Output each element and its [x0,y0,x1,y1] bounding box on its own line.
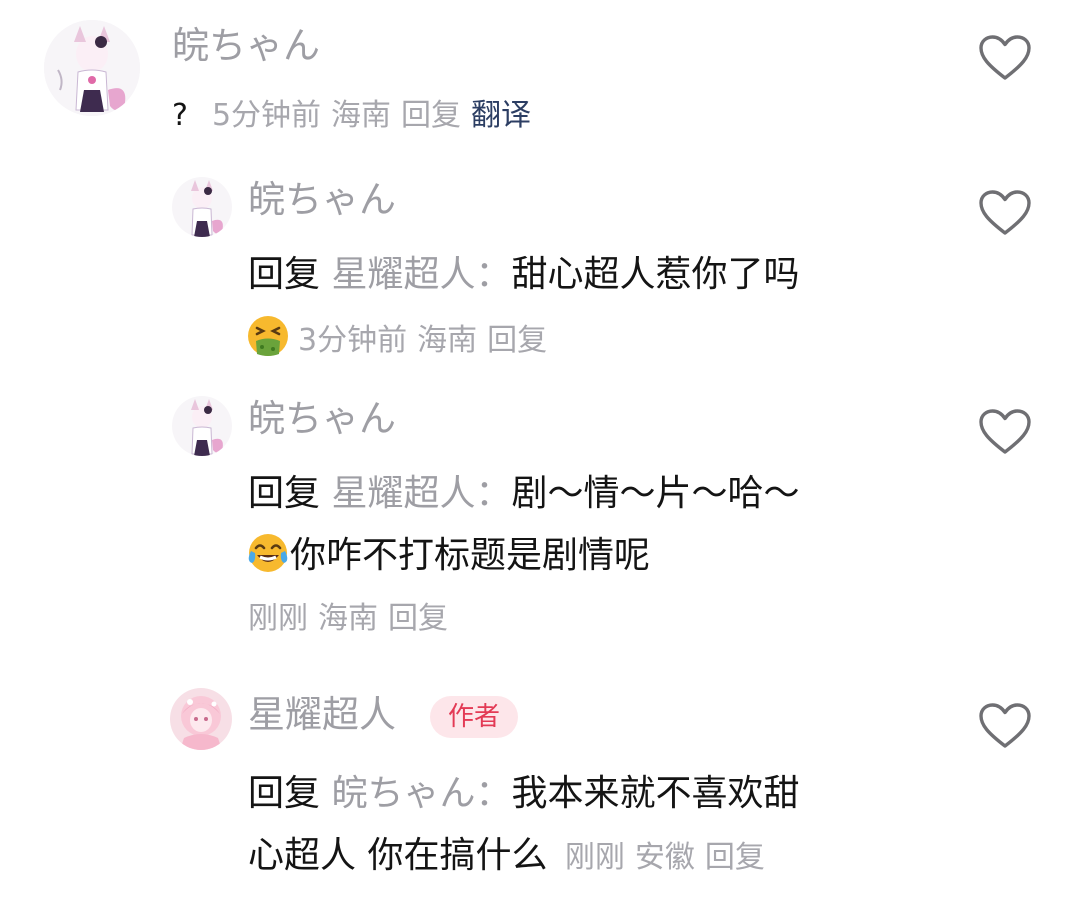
author-badge: 作者 [430,696,519,738]
like-heart-icon[interactable] [978,408,1032,456]
reply-target[interactable]: 星耀超人： [331,254,511,295]
reply-time: 刚刚 [564,840,625,875]
reply-username[interactable]: 星耀超人 [248,696,396,733]
comment-content: ? [172,98,188,133]
reply-username[interactable]: 皖ちゃん [248,181,396,218]
reply-button[interactable]: 回复 [388,601,448,636]
reply-location: 海南 [417,323,478,358]
avatar[interactable] [170,688,232,750]
reply-time: 刚刚 [248,601,308,636]
reply-prefix: 回复 [248,773,321,814]
reply-text: 回复 星耀超人：甜心超人惹你了吗 [248,244,800,306]
reply-location: 海南 [318,601,378,636]
comment-time: 5分钟前 [211,98,322,133]
reply-content-line2: 心超人 你在搞什么 [248,835,548,876]
reply-content: 甜心超人惹你了吗 [511,254,800,295]
tears-of-joy-emoji-icon [248,534,288,572]
reply-button[interactable]: 回复 [487,323,547,358]
comment-username[interactable]: 皖ちゃん [172,27,320,64]
avatar[interactable] [172,396,232,456]
reply-meta: 刚刚 海南 回复 [248,604,458,634]
like-heart-icon[interactable] [978,34,1032,82]
avatar[interactable] [172,177,232,237]
comment-meta: ? 5分钟前 海南 回复 翻译 [172,101,541,131]
reply-prefix: 回复 [248,473,321,514]
reply-text: 回复 星耀超人：剧～情～片～哈～ 你咋不打标题是剧情呢 [248,463,800,587]
like-heart-icon[interactable] [978,702,1032,750]
nauseated-face-emoji-icon [248,316,288,356]
reply-content: 剧～情～片～哈～ [511,473,800,514]
reply-target[interactable]: 星耀超人： [331,473,511,514]
reply-button[interactable]: 回复 [705,840,765,875]
reply-meta: 刚刚 安徽 回复 [565,840,775,875]
comment-location: 海南 [331,98,392,133]
translate-button[interactable]: 翻译 [471,98,531,133]
avatar[interactable] [44,20,140,116]
reply-button[interactable]: 回复 [401,98,461,133]
reply-text: 回复 皖ちゃん：我本来就不喜欢甜 心超人 你在搞什么 刚刚 安徽 回复 [248,763,800,887]
reply-content-line2: 你咋不打标题是剧情呢 [290,535,651,576]
reply-location: 安徽 [634,840,695,875]
reply-time: 3分钟前 [298,323,408,358]
reply-target[interactable]: 皖ちゃん： [331,773,511,814]
reply-content: 我本来就不喜欢甜 [511,773,800,814]
reply-prefix: 回复 [248,254,321,295]
reply-username[interactable]: 皖ちゃん [248,400,396,437]
reply-meta: 3分钟前 海南 回复 [246,314,557,358]
like-heart-icon[interactable] [978,189,1032,237]
